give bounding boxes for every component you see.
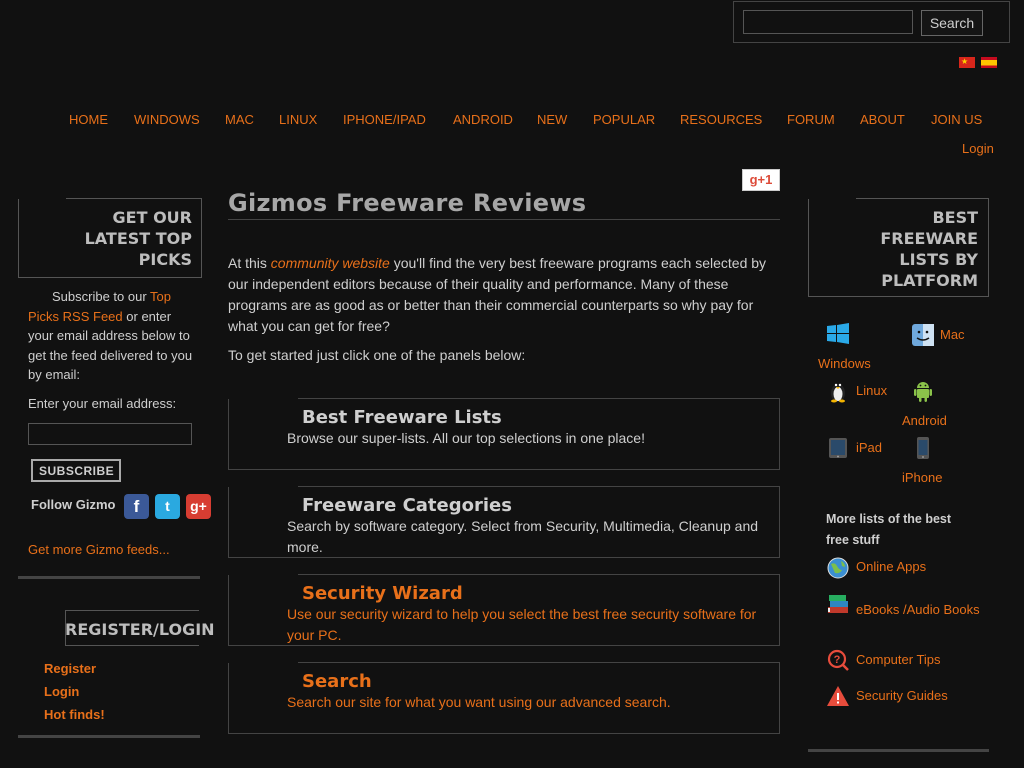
svg-text:?: ? (834, 654, 841, 666)
panel-security-wizard[interactable]: Security Wizard Use our security wizard … (228, 574, 780, 646)
subscribe-text: Subscribe to our Top Picks RSS Feed or e… (28, 287, 198, 385)
platform-heading: BEST FREEWARE LISTS BY PLATFORM (880, 207, 978, 291)
panel-title: Security Wizard (302, 583, 463, 604)
iphone-icon[interactable] (911, 436, 935, 460)
nav-popular[interactable]: POPULAR (593, 112, 655, 127)
ebooks-audio-link[interactable]: eBooks /Audio Books (856, 595, 986, 625)
login-link[interactable]: Login (962, 141, 994, 156)
platform-mac-link[interactable]: Mac (940, 327, 965, 342)
intro-prefix: At this (228, 255, 271, 271)
panel-title: Search (302, 671, 372, 692)
platform-windows-link[interactable]: Windows (818, 356, 871, 371)
panel-description: Search by software category. Select from… (287, 518, 759, 555)
panel-description: Use our security wizard to help you sele… (287, 606, 757, 643)
nav-resources[interactable]: RESOURCES (680, 112, 762, 127)
top-picks-widget-title: GET OUR LATEST TOP PICKS (18, 198, 202, 278)
panel-description: Browse our super-lists. All our top sele… (287, 430, 645, 446)
heading-line: LATEST TOP (84, 229, 192, 248)
books-icon[interactable] (826, 592, 850, 616)
mac-finder-icon[interactable] (911, 323, 935, 347)
nav-forum[interactable]: FORUM (787, 112, 835, 127)
windows-icon[interactable] (826, 322, 850, 346)
top-picks-heading: GET OUR LATEST TOP PICKS (85, 207, 192, 270)
heading-line: BEST (932, 208, 978, 227)
login-sidebar-link[interactable]: Login (44, 684, 79, 699)
platform-ipad-link[interactable]: iPad (856, 440, 882, 455)
spanish-flag-icon[interactable] (981, 57, 997, 68)
title-rule (228, 219, 780, 220)
intro-text: At this community website you'll find th… (228, 253, 780, 337)
platform-widget-title: BEST FREEWARE LISTS BY PLATFORM (808, 198, 989, 297)
panel-best-freeware-lists[interactable]: Best Freeware Lists Browse our super-lis… (228, 398, 780, 470)
ipad-icon[interactable] (826, 436, 850, 460)
google-plus-one-button[interactable]: g+1 (742, 169, 780, 191)
divider (808, 749, 989, 752)
nav-home[interactable]: HOME (69, 112, 108, 127)
search-form: Search (733, 1, 1010, 43)
panel-description: Search our site for what you want using … (287, 694, 671, 710)
computer-tips-link[interactable]: Computer Tips (856, 652, 941, 667)
nav-iphone-ipad[interactable]: IPHONE/IPAD (343, 112, 426, 127)
heading-line: FREEWARE (880, 229, 978, 248)
nav-android[interactable]: ANDROID (453, 112, 513, 127)
nav-windows[interactable]: WINDOWS (134, 112, 200, 127)
nav-join-us[interactable]: JOIN US (931, 112, 982, 127)
intro-instructions: To get started just click one of the pan… (228, 347, 526, 363)
more-feeds-link[interactable]: Get more Gizmo feeds... (28, 542, 170, 557)
platform-iphone-link[interactable]: iPhone (902, 470, 942, 485)
panel-search[interactable]: Search Search our site for what you want… (228, 662, 780, 734)
globe-icon[interactable] (826, 556, 850, 580)
nav-about[interactable]: ABOUT (860, 112, 905, 127)
email-input[interactable] (28, 423, 192, 445)
heading-line: PLATFORM (881, 271, 978, 290)
more-lists-heading: More lists of the best free stuff (826, 512, 952, 547)
warning-icon[interactable] (826, 684, 850, 708)
security-guides-link[interactable]: Security Guides (856, 688, 948, 703)
hot-finds-link[interactable]: Hot finds! (44, 707, 105, 722)
register-link[interactable]: Register (44, 661, 96, 676)
divider (18, 576, 200, 579)
nav-new[interactable]: NEW (537, 112, 567, 127)
google-plus-icon[interactable]: g+ (186, 494, 211, 519)
platform-linux-link[interactable]: Linux (856, 383, 887, 398)
nav-linux[interactable]: LINUX (279, 112, 317, 127)
chinese-flag-icon[interactable] (959, 57, 975, 68)
nav-mac[interactable]: MAC (225, 112, 254, 127)
search-button[interactable]: Search (921, 10, 983, 36)
subscribe-button[interactable]: SUBSCRIBE (31, 459, 121, 482)
community-website-link[interactable]: community website (271, 255, 390, 271)
question-icon[interactable]: ? (826, 648, 850, 672)
panel-title: Best Freeware Lists (302, 407, 502, 428)
panel-freeware-categories[interactable]: Freeware Categories Search by software c… (228, 486, 780, 558)
online-apps-link[interactable]: Online Apps (856, 559, 926, 574)
panel-title: Freeware Categories (302, 495, 512, 516)
email-label: Enter your email address: (28, 396, 177, 411)
facebook-icon[interactable]: f (124, 494, 149, 519)
android-icon[interactable] (911, 379, 935, 403)
platform-android-link[interactable]: Android (902, 413, 947, 428)
twitter-icon[interactable]: t (155, 494, 180, 519)
divider (18, 735, 200, 738)
ebooks-audio-label: eBooks /Audio Books (856, 602, 980, 617)
heading-line: PICKS (138, 250, 192, 269)
heading-line: LISTS BY (899, 250, 978, 269)
follow-label: Follow Gizmo (31, 497, 116, 512)
register-heading: REGISTER/LOGIN (65, 620, 215, 639)
linux-tux-icon[interactable] (826, 379, 850, 403)
page-title: Gizmos Freeware Reviews (228, 189, 587, 217)
subscribe-prefix: Subscribe to our (52, 289, 151, 304)
heading-line: GET OUR (112, 208, 192, 227)
search-input[interactable] (743, 10, 913, 34)
